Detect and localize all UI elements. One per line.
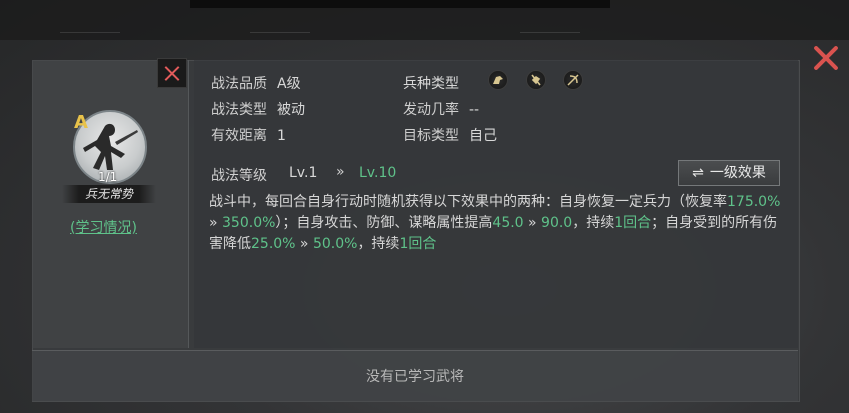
level-max: Lv.10 [359,165,397,181]
cavalry-icon [488,70,508,90]
tactic-count: 1/1 [98,170,118,184]
learn-status-link[interactable]: (学习情况) [70,217,137,237]
level-effect-toggle-button[interactable]: ⇌ 一级效果 [678,160,780,186]
level-arrow: » [336,164,345,180]
swap-icon: ⇌ [692,165,704,181]
desc-value: 50.0% [312,236,358,252]
target-label: 目标类型 [403,128,459,144]
rate-label: 发动几率 [403,102,459,118]
tactic-name: 兵无常势 [62,185,156,203]
level-label: 战法等级 [211,168,267,184]
faded-tab [250,14,310,33]
rate-row: 发动几率 -- [403,99,479,119]
desc-value: 175.0% [727,194,781,210]
target-value: 自己 [469,128,497,144]
desc-text: 战斗中，每回合自身行动时随机获得以下效果中的两种：自身恢复一定兵力（恢复率 [209,194,727,210]
desc-text: ，持续 [357,236,400,252]
grade-badge: A [74,112,88,133]
quality-row: 战法品质 A级 [211,73,301,93]
quality-label: 战法品质 [211,76,267,92]
rate-value: -- [469,102,480,118]
desc-arrow: » [523,215,542,231]
type-value: 被动 [277,102,305,118]
desc-text: ，持续 [572,215,615,231]
faded-tab [60,14,120,33]
top-hint-strip [190,0,610,8]
level-current: Lv.1 [289,165,318,181]
desc-value: 90.0 [541,215,573,231]
desc-arrow: » [295,236,313,252]
range-label: 有效距离 [211,128,267,144]
faded-top-tabs [0,14,849,36]
close-dialog-icon[interactable] [812,44,840,72]
bow-icon [563,70,583,90]
faded-tab [520,14,580,33]
unit-type-label: 兵种类型 [403,76,459,92]
range-value: 1 [277,128,286,144]
type-row: 战法类型 被动 [211,99,305,119]
tactic-card-column [32,60,189,348]
desc-value: 1回合 [614,215,652,231]
desc-value: 1回合 [399,236,437,252]
desc-value: 45.0 [492,215,524,231]
shield-icon [526,70,546,90]
target-row: 目标类型 自己 [403,125,497,145]
desc-value: 350.0% [222,215,276,231]
type-label: 战法类型 [211,102,267,118]
no-learned-generals-text: 没有已学习武将 [366,369,464,385]
close-panel-icon[interactable] [157,58,187,88]
quality-value: A级 [277,76,301,92]
desc-value: 25.0% [251,236,296,252]
desc-text: ）；自身攻击、防御、谋略属性提高 [275,215,493,231]
range-row: 有效距离 1 [211,125,286,145]
desc-arrow: » [209,215,223,231]
effect-button-label: 一级效果 [709,165,766,181]
tactic-description: 战斗中，每回合自身行动时随机获得以下效果中的两种：自身恢复一定兵力（恢复率175… [209,192,787,255]
